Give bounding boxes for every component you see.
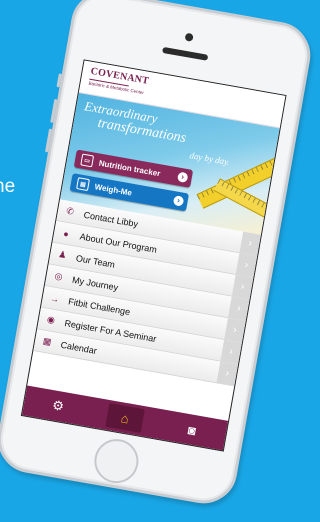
earpiece-speaker [162,46,209,61]
background-partial-text: ne [0,176,16,197]
weigh-me-label: Weigh-Me [94,181,133,198]
menu-item-label: Contact Libby [82,209,139,229]
camera-icon: ◙ [186,421,198,438]
home-icon: ⌂ [119,409,131,427]
nutrition-tracker-label: Nutrition tracker [98,158,162,178]
phone-icon: ✆ [65,205,75,217]
volume-down-button [45,128,53,153]
chevron-right-icon: › [224,318,246,343]
menu-item-label: My Journey [71,274,120,293]
team-icon: ♟ [57,248,68,261]
home-button[interactable]: ⌂ [105,402,145,433]
phone-home-button [90,435,142,487]
chevron-right-icon: › [231,274,254,299]
chevron-right-icon: › [216,361,238,386]
menu-item-label: Our Team [75,252,116,270]
arrow-right-icon: › [176,171,189,184]
fitbit-icon: → [49,292,61,305]
banner-tagline-line3: day by day. [188,150,231,168]
settings-button[interactable]: ⚙ [38,391,78,421]
seminar-icon: ◉ [46,313,56,326]
camera-button[interactable]: ◙ [172,415,212,445]
phone-mockup: COVENANT Bariatric & Metabolic Center Ex… [0,0,320,522]
chevron-right-icon: › [235,253,258,278]
app-screen: COVENANT Bariatric & Metabolic Center Ex… [20,59,287,452]
gear-icon: ⚙ [51,397,66,415]
mute-switch [56,73,62,88]
calendar-icon: ▦ [42,335,53,347]
scale-icon: ▤ [76,177,90,192]
arrow-right-icon: › [172,195,185,207]
food-icon: ▭ [80,153,95,168]
chevron-right-icon: › [239,231,261,256]
journey-icon: ◎ [53,270,64,282]
front-camera [184,32,194,42]
phone-body: COVENANT Bariatric & Metabolic Center Ex… [0,0,316,509]
volume-up-button [50,98,58,123]
chevron-right-icon: › [228,296,250,321]
chevron-right-icon: › [220,339,242,364]
menu-item-label: Calendar [60,339,98,356]
info-icon: ● [62,228,70,239]
